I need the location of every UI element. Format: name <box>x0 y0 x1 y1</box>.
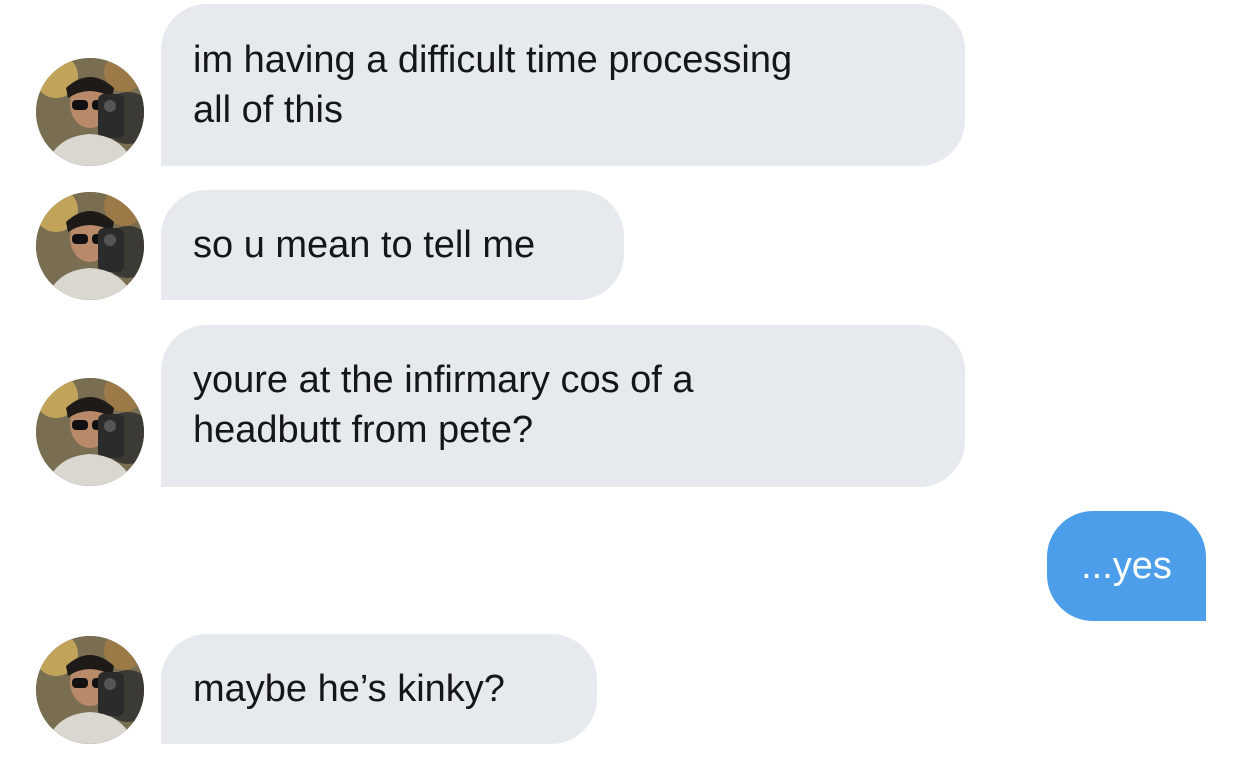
message-text: headbutt from pete? <box>193 409 534 451</box>
message-text: so u mean to tell me <box>193 224 536 266</box>
avatar-photo-icon <box>36 192 144 300</box>
message-text: ...yes <box>1081 545 1172 587</box>
message-text: youre at the infirmary cos of a <box>193 359 694 401</box>
avatar[interactable] <box>36 192 144 300</box>
message-bubble-outgoing: ...yes <box>1047 511 1206 621</box>
message-text: maybe he’s kinky? <box>193 668 505 710</box>
message-text: all of this <box>193 89 343 131</box>
avatar[interactable] <box>36 636 144 744</box>
avatar-photo-icon <box>36 636 144 744</box>
avatar-photo-icon <box>36 58 144 166</box>
avatar-photo-icon <box>36 378 144 486</box>
message-bubble: maybe he’s kinky? <box>161 634 597 744</box>
message-bubble: youre at the infirmary cos of a headbutt… <box>161 325 965 487</box>
avatar[interactable] <box>36 378 144 486</box>
message-text: im having a difficult time processing <box>193 39 793 81</box>
avatar[interactable] <box>36 58 144 166</box>
message-bubble: im having a difficult time processing al… <box>161 4 965 166</box>
message-bubble: so u mean to tell me <box>161 190 624 300</box>
